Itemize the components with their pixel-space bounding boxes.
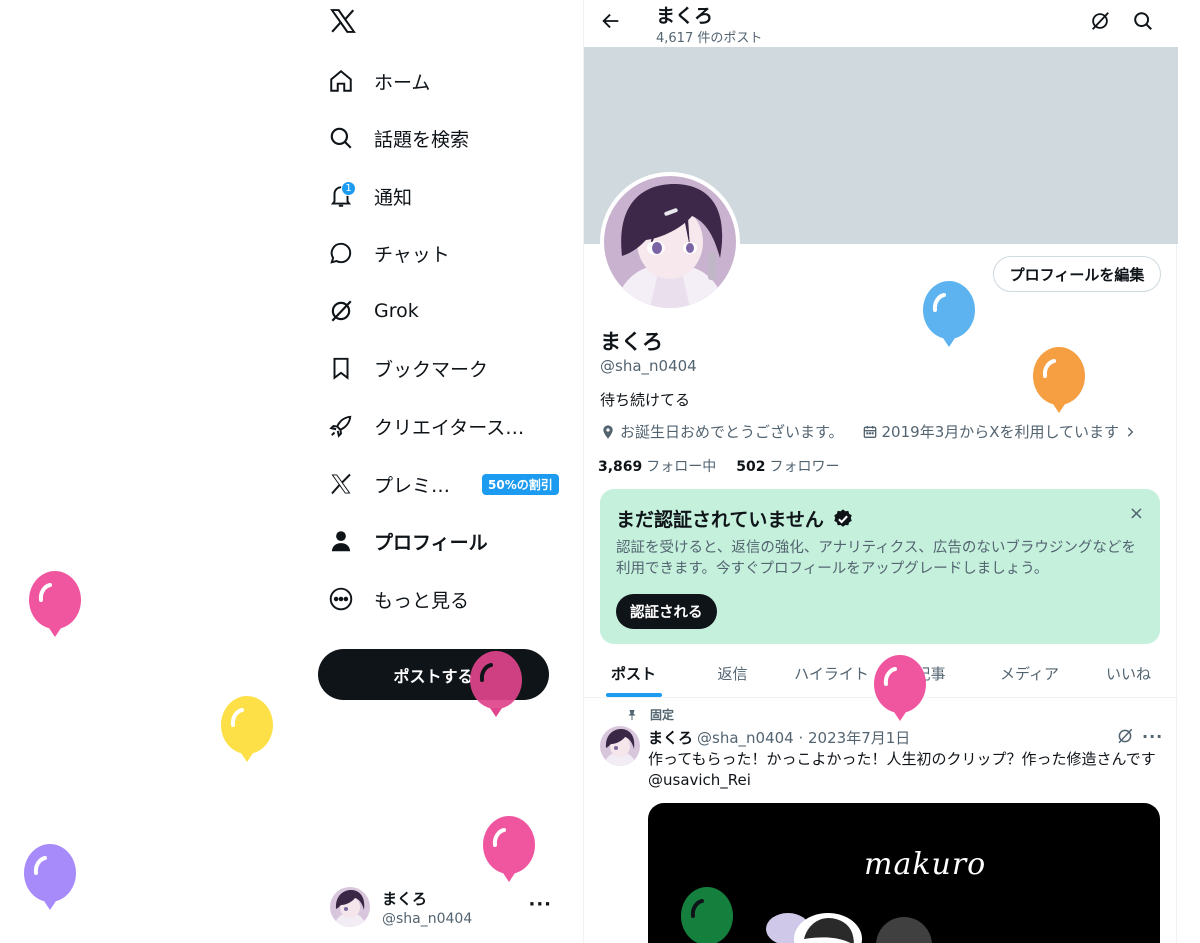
nav-item-premium[interactable]: プレミ… 50%の割引	[326, 464, 559, 504]
profile-meta: お誕生日おめでとうございます。 2019年3月からXを利用しています	[600, 421, 1141, 442]
profile-joined: 2019年3月からXを利用しています	[881, 423, 1120, 441]
balloon-decoration	[923, 281, 975, 347]
close-icon[interactable]: ×	[1129, 503, 1144, 524]
nav-item-creator-studio[interactable]: クリエイタース…	[326, 406, 524, 446]
verification-card: まだ認証されていません × 認証を受けると、返信の強化、アナリティクス、広告のな…	[600, 489, 1160, 644]
avatar	[330, 887, 370, 927]
nav-item-label: 通知	[374, 186, 413, 209]
x-logo-icon[interactable]	[330, 8, 358, 36]
balloon-decoration	[681, 887, 733, 943]
nav-item-label: ホーム	[374, 71, 431, 94]
nav-item-label: もっと見る	[374, 589, 470, 612]
account-name: まくろ	[382, 889, 428, 908]
balloon-decoration	[29, 571, 81, 637]
left-nav: ホーム 話題を検索 1 通知 チャット Grok ブックマーク クリエイタース……	[318, 0, 568, 943]
nav-item-explore[interactable]: 話題を検索	[326, 118, 469, 158]
nav-item-label: クリエイタース…	[374, 416, 525, 439]
profile-stats: 3,869 フォロー中 502 フォロワー	[598, 456, 860, 476]
nav-item-label: チャット	[374, 243, 450, 266]
followers-label: フォロワー	[769, 459, 840, 475]
play-button[interactable]	[876, 917, 932, 943]
profile-column: まくろ 4,617 件のポスト プロフィールを編集 まくろ @sha_n0404…	[583, 0, 1178, 943]
bell-icon: 1	[326, 181, 356, 211]
account-handle: @sha_n0404	[382, 910, 473, 927]
following-link[interactable]: 3,869 フォロー中	[598, 456, 716, 476]
home-icon	[326, 66, 356, 96]
balloon-decoration	[470, 651, 522, 717]
profile-handle: @sha_n0404	[600, 357, 697, 375]
notification-badge: 1	[341, 181, 356, 196]
nav-item-notifications[interactable]: 1 通知	[326, 176, 412, 216]
profile-name: まくろ	[600, 330, 663, 354]
nav-item-label: プレミ…	[374, 474, 451, 497]
balloon-decoration	[1033, 347, 1085, 413]
nav-item-label: 話題を検索	[374, 128, 470, 151]
balloon-decoration	[874, 655, 926, 721]
edit-profile-button[interactable]: プロフィールを編集	[993, 256, 1161, 292]
followers-count: 502	[736, 459, 766, 475]
verified-badge-icon	[834, 508, 852, 527]
account-switcher[interactable]: まくろ @sha_n0404 ···	[330, 882, 570, 932]
search-icon	[326, 123, 356, 153]
followers-link[interactable]: 502 フォロワー	[736, 456, 839, 476]
get-verified-button[interactable]: 認証される	[616, 594, 717, 629]
tab-replies[interactable]: 返信	[683, 650, 782, 697]
post-more-icon[interactable]: ···	[1142, 727, 1163, 746]
verification-title: まだ認証されていません	[616, 509, 824, 531]
more-circle-icon	[326, 584, 356, 614]
rocket-icon	[326, 411, 356, 441]
tab-highlights[interactable]: ハイライト	[782, 650, 881, 697]
post-author-name[interactable]: まくろ	[648, 729, 693, 747]
nav-item-bookmarks[interactable]: ブックマーク	[326, 348, 488, 388]
chevron-right-icon[interactable]	[1123, 425, 1137, 439]
verification-description: 認証を受けると、返信の強化、アナリティクス、広告のないブラウジングなどを利用でき…	[616, 540, 1136, 577]
following-label: フォロー中	[646, 459, 717, 475]
nav-item-profile[interactable]: プロフィール	[326, 521, 488, 561]
nav-item-label: Grok	[374, 300, 419, 322]
video-title-text: makuro	[864, 847, 987, 882]
video-thumbnail-art	[766, 913, 862, 943]
nav-item-more[interactable]: もっと見る	[326, 579, 469, 619]
x-logo-icon	[326, 469, 356, 499]
search-icon[interactable]	[1132, 10, 1154, 36]
balloon-decoration	[221, 696, 273, 762]
avatar[interactable]	[600, 726, 640, 766]
profile-avatar[interactable]	[600, 172, 740, 312]
pinned-indicator: 固定	[626, 706, 674, 723]
post-count: 4,617 件のポスト	[656, 31, 763, 46]
nav-item-grok[interactable]: Grok	[326, 291, 419, 331]
pinned-label: 固定	[650, 708, 675, 722]
calendar-icon	[863, 425, 876, 438]
discount-badge: 50%の割引	[482, 473, 559, 495]
page-title: まくろ	[656, 5, 714, 27]
post-text: 作ってもらった！かっこよかった！人生初のクリップ？作った修造さんです @usav…	[648, 750, 1156, 789]
profile-header-bar: まくろ 4,617 件のポスト	[584, 0, 1178, 47]
nav-item-chat[interactable]: チャット	[326, 233, 450, 273]
grok-icon[interactable]	[1116, 727, 1134, 749]
balloon-decoration	[24, 844, 76, 910]
post-handle-date: @sha_n0404 · 2023年7月1日	[697, 729, 911, 747]
location-pin-icon	[603, 424, 613, 439]
nav-item-home[interactable]: ホーム	[326, 61, 430, 101]
bookmark-icon	[326, 353, 356, 383]
tab-likes[interactable]: いいね	[1079, 650, 1178, 697]
grok-icon	[326, 296, 356, 326]
profile-bio: 待ち続けてる	[600, 391, 691, 409]
grok-icon[interactable]	[1089, 10, 1111, 36]
nav-item-label: プロフィール	[374, 531, 488, 554]
tab-media[interactable]: メディア	[980, 650, 1079, 697]
profile-location: お誕生日おめでとうございます。	[620, 423, 844, 441]
more-dots-icon[interactable]: ···	[528, 894, 552, 915]
post-header: まくろ @sha_n0404 · 2023年7月1日	[648, 727, 910, 748]
balloon-decoration	[483, 816, 535, 882]
person-icon	[326, 526, 356, 556]
chat-icon	[326, 238, 356, 268]
pin-icon	[628, 709, 636, 720]
back-arrow-icon[interactable]	[600, 10, 622, 36]
tab-posts[interactable]: ポスト	[584, 650, 683, 697]
nav-item-label: ブックマーク	[374, 358, 489, 381]
following-count: 3,869	[598, 459, 643, 475]
